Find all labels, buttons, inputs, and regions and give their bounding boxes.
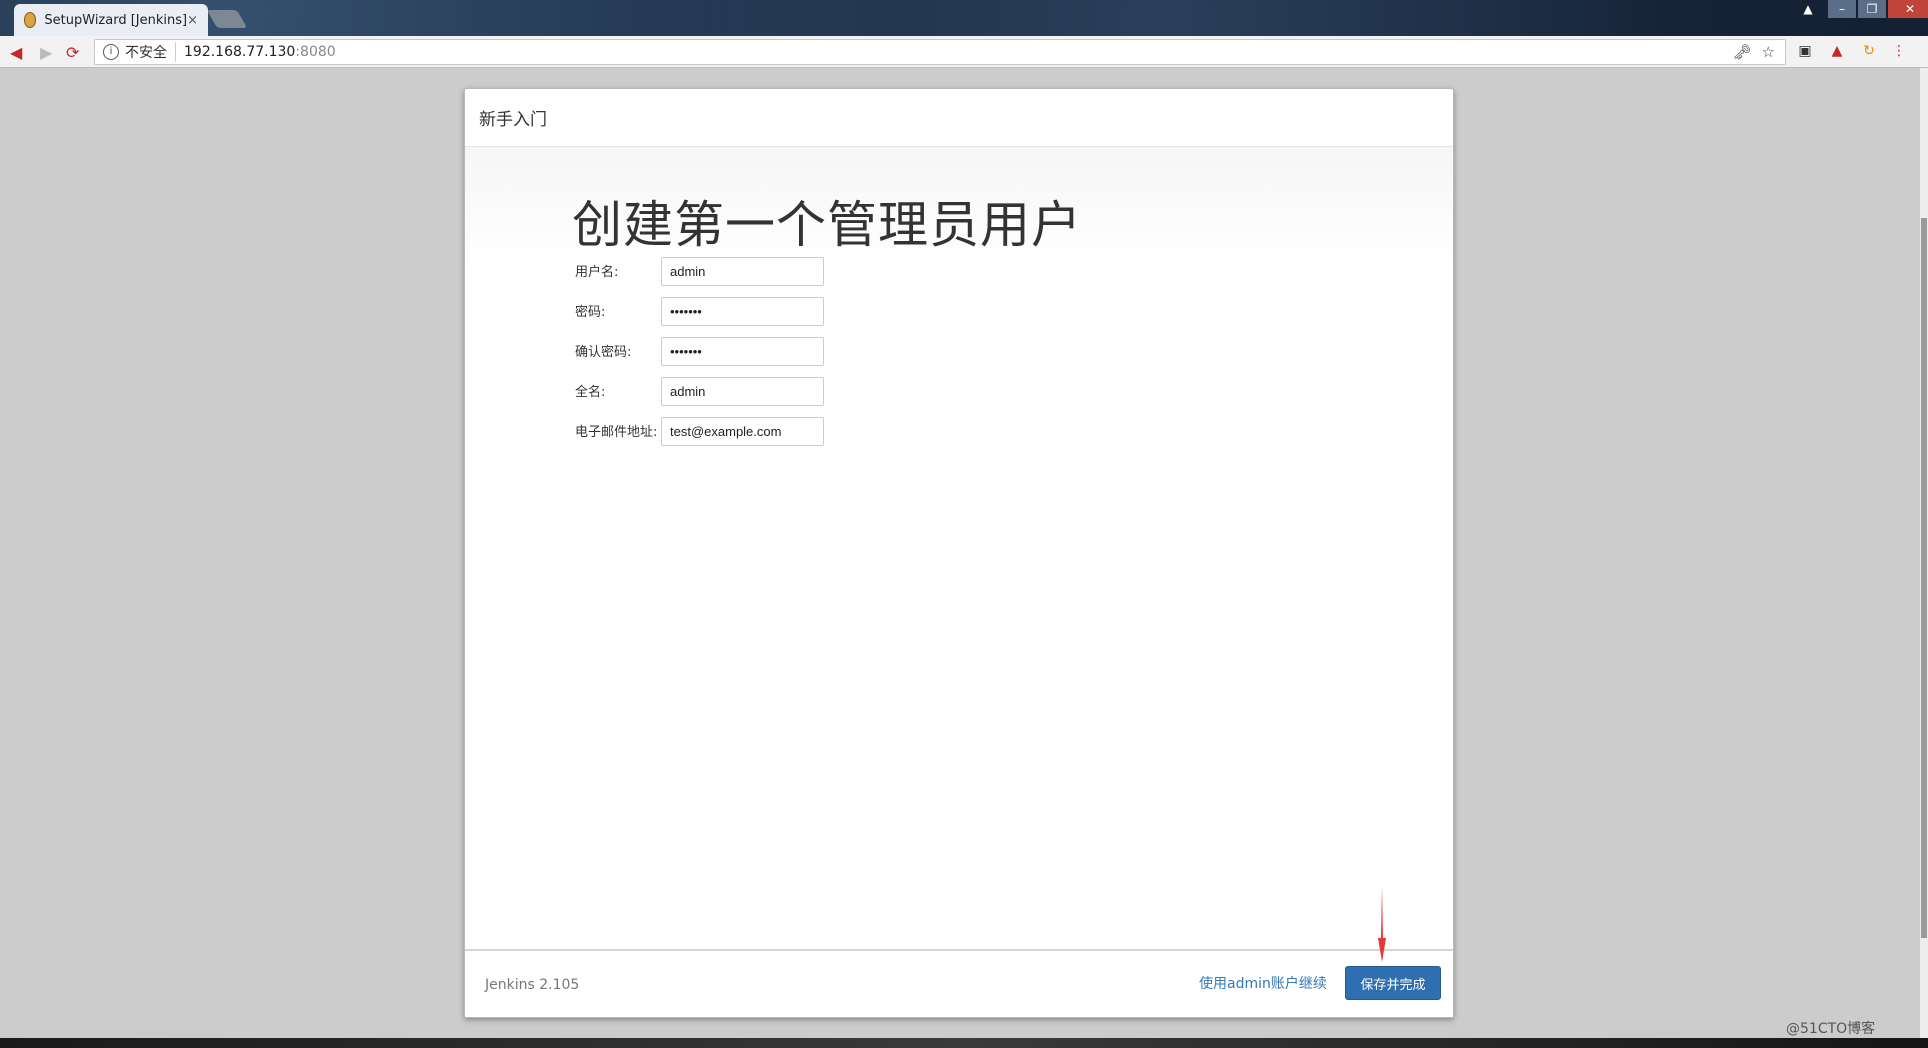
annotation-arrow-icon <box>1378 886 1386 962</box>
new-tab-button[interactable] <box>206 10 248 28</box>
username-label: 用户名: <box>575 265 619 280</box>
reload-icon[interactable]: ⟳ <box>66 43 79 62</box>
confirm-password-label: 确认密码: <box>575 345 632 360</box>
star-icon[interactable]: ☆ <box>1762 43 1775 61</box>
fullname-input[interactable] <box>661 377 824 406</box>
extension-icon[interactable]: ▣ <box>1794 40 1816 62</box>
pdf-extension-icon[interactable]: ▲ <box>1826 40 1848 62</box>
back-icon[interactable]: ◀ <box>10 43 22 62</box>
browser-titlebar: SetupWizard [Jenkins] × ▲ – ❐ ✕ <box>0 0 1928 36</box>
setup-wizard-dialog: 新手入门 创建第一个管理员用户 用户名: 密码: 确认密码: 全名: <box>464 88 1454 1018</box>
minimize-icon[interactable]: – <box>1828 0 1856 18</box>
page-scrollbar[interactable] <box>1920 68 1928 1038</box>
jenkins-version: Jenkins 2.105 <box>485 977 580 993</box>
address-bar[interactable]: i 不安全 192.168.77.130 :8080 🗝 ☆ <box>94 39 1786 65</box>
password-input[interactable] <box>661 297 824 326</box>
email-label: 电子邮件地址: <box>575 425 658 440</box>
taskbar <box>0 1038 1928 1048</box>
username-input[interactable] <box>661 257 824 286</box>
continue-as-admin-link[interactable]: 使用admin账户继续 <box>1199 973 1327 993</box>
confirm-password-input[interactable] <box>661 337 824 366</box>
watermark: @51CTO博客 <box>1786 1021 1876 1037</box>
browser-toolbar: ◀ ▶ ⟳ i 不安全 192.168.77.130 :8080 🗝 ☆ <box>0 36 1928 68</box>
password-label: 密码: <box>575 305 606 320</box>
url-host: 192.168.77.130 <box>184 44 296 60</box>
jenkins-favicon-icon <box>24 12 37 28</box>
scrollbar-thumb[interactable] <box>1921 218 1927 938</box>
forward-icon[interactable]: ▶ <box>40 43 52 62</box>
fullname-label: 全名: <box>575 385 606 400</box>
wizard-body: 创建第一个管理员用户 用户名: 密码: 确认密码: 全名: <box>465 147 1453 951</box>
url-port: :8080 <box>295 44 336 60</box>
wizard-header-title: 新手入门 <box>479 110 547 130</box>
key-icon[interactable]: 🗝 <box>1733 43 1752 61</box>
browser-tab[interactable]: SetupWizard [Jenkins] × <box>14 4 208 36</box>
close-icon[interactable]: × <box>187 13 198 28</box>
window-controls: – ❐ ✕ <box>1826 0 1928 22</box>
info-icon[interactable]: i <box>103 44 119 60</box>
email-input[interactable] <box>661 417 824 446</box>
user-icon: ▲ <box>1803 2 1813 16</box>
page-viewport: 新手入门 创建第一个管理员用户 用户名: 密码: 确认密码: 全名: <box>0 68 1920 1038</box>
profile-button[interactable]: ▲ <box>1792 0 1822 22</box>
wizard-footer: Jenkins 2.105 使用admin账户继续 保存并完成 <box>465 949 1453 1017</box>
amazon-extension-icon[interactable]: ↻ <box>1858 40 1880 62</box>
wizard-header: 新手入门 <box>465 89 1453 147</box>
page-title: 创建第一个管理员用户 <box>572 196 1082 254</box>
security-status[interactable]: 不安全 <box>125 42 176 62</box>
window-close-icon[interactable]: ✕ <box>1888 0 1928 18</box>
menu-icon[interactable]: ⋮ <box>1888 40 1910 62</box>
save-and-finish-button[interactable]: 保存并完成 <box>1345 966 1441 1000</box>
tab-title: SetupWizard [Jenkins] <box>44 12 188 28</box>
maximize-icon[interactable]: ❐ <box>1858 0 1886 18</box>
